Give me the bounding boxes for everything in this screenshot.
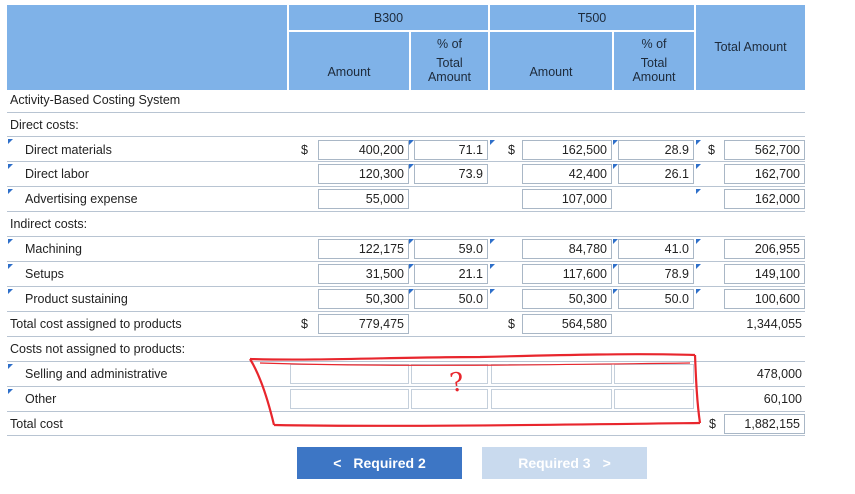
- header-b300-amount: [289, 32, 409, 90]
- row-label-direct-costs: Direct costs:: [10, 118, 79, 132]
- b300-pct-setups[interactable]: 21.1: [414, 264, 488, 284]
- row-label-selling-admin: Selling and administrative: [25, 367, 168, 381]
- chevron-left-icon: <: [333, 455, 342, 471]
- currency-sign: $: [301, 317, 308, 331]
- t500-pct-machining[interactable]: 41.0: [618, 239, 694, 259]
- b300-amount-setups[interactable]: 31,500: [318, 264, 409, 284]
- t500-pct-product-sustaining[interactable]: 50.0: [618, 289, 694, 309]
- row-label-machining: Machining: [25, 242, 82, 256]
- header-t500-title: T500: [577, 11, 607, 25]
- b300-amount-product-sustaining[interactable]: 50,300: [318, 289, 409, 309]
- t500-pct-direct-materials[interactable]: 28.9: [618, 140, 694, 160]
- t500-amount-setups[interactable]: 117,600: [522, 264, 612, 284]
- currency-sign: $: [708, 143, 715, 157]
- t500-amount-advertising[interactable]: 107,000: [522, 189, 612, 209]
- b300-pct-product-sustaining[interactable]: 50.0: [414, 289, 488, 309]
- header-b300-amount-label: Amount: [327, 65, 371, 79]
- row-label-product-sustaining: Product sustaining: [25, 292, 128, 306]
- row-label-setups: Setups: [25, 267, 64, 281]
- t500-pct-direct-labor[interactable]: 26.1: [618, 164, 694, 184]
- total-machining[interactable]: 206,955: [724, 239, 805, 259]
- header-t500-pct-label: % of Total Amount: [632, 37, 676, 84]
- chevron-right-icon: >: [602, 455, 611, 471]
- b300-amount-direct-materials[interactable]: 400,200: [318, 140, 409, 160]
- red-annotation-scribble: [249, 353, 702, 427]
- t500-pct-setups[interactable]: 78.9: [618, 264, 694, 284]
- total-total-cost[interactable]: 1,882,155: [724, 414, 805, 434]
- row-label-indirect-costs: Indirect costs:: [10, 217, 88, 231]
- prev-required-label: Required 2: [353, 455, 426, 471]
- header-t500-amount-label: Amount: [529, 65, 573, 79]
- row-label-costs-not-assigned: Costs not assigned to products:: [10, 342, 186, 356]
- t500-amount-product-sustaining[interactable]: 50,300: [522, 289, 612, 309]
- next-required-button[interactable]: Required 3 >: [482, 447, 647, 479]
- currency-sign: $: [508, 317, 515, 331]
- t500-amount-direct-materials[interactable]: 162,500: [522, 140, 612, 160]
- t500-amount-direct-labor[interactable]: 42,400: [522, 164, 612, 184]
- header-b300-pct-label: % of Total Amount: [427, 37, 472, 84]
- row-label-direct-materials: Direct materials: [25, 143, 112, 157]
- row-label-total-cost: Total cost: [10, 417, 63, 431]
- b300-amount-machining[interactable]: 122,175: [318, 239, 409, 259]
- total-product-sustaining[interactable]: 100,600: [724, 289, 805, 309]
- total-other: 60,100: [763, 392, 802, 406]
- total-direct-materials[interactable]: 562,700: [724, 140, 805, 160]
- currency-sign: $: [508, 143, 515, 157]
- next-required-label: Required 3: [518, 455, 591, 471]
- b300-amount-advertising[interactable]: 55,000: [318, 189, 409, 209]
- row-label-advertising-expense: Advertising expense: [25, 192, 138, 206]
- total-setups[interactable]: 149,100: [724, 264, 805, 284]
- total-direct-labor[interactable]: 162,700: [724, 164, 805, 184]
- header-label-column: [7, 5, 287, 90]
- t500-amount-total-assigned[interactable]: 564,580: [522, 314, 612, 334]
- b300-pct-direct-labor[interactable]: 73.9: [414, 164, 488, 184]
- total-total-assigned: 1,344,055: [746, 317, 802, 331]
- total-selling-admin: 478,000: [756, 367, 802, 381]
- header-total-amount-label: Total Amount: [714, 40, 787, 54]
- t500-amount-machining[interactable]: 84,780: [522, 239, 612, 259]
- header-t500-amount: [490, 32, 612, 90]
- b300-amount-total-assigned[interactable]: 779,475: [318, 314, 409, 334]
- row-label-total-cost-assigned: Total cost assigned to products: [10, 317, 182, 331]
- header-b300-title: B300: [373, 11, 404, 25]
- row-label-abc-system: Activity-Based Costing System: [10, 93, 181, 107]
- b300-pct-direct-materials[interactable]: 71.1: [414, 140, 488, 160]
- currency-sign: $: [301, 143, 308, 157]
- total-advertising[interactable]: 162,000: [724, 189, 805, 209]
- row-label-other: Other: [25, 392, 57, 406]
- b300-pct-machining[interactable]: 59.0: [414, 239, 488, 259]
- b300-amount-direct-labor[interactable]: 120,300: [318, 164, 409, 184]
- prev-required-button[interactable]: < Required 2: [297, 447, 462, 479]
- currency-sign: $: [709, 417, 716, 431]
- row-label-direct-labor: Direct labor: [25, 167, 89, 181]
